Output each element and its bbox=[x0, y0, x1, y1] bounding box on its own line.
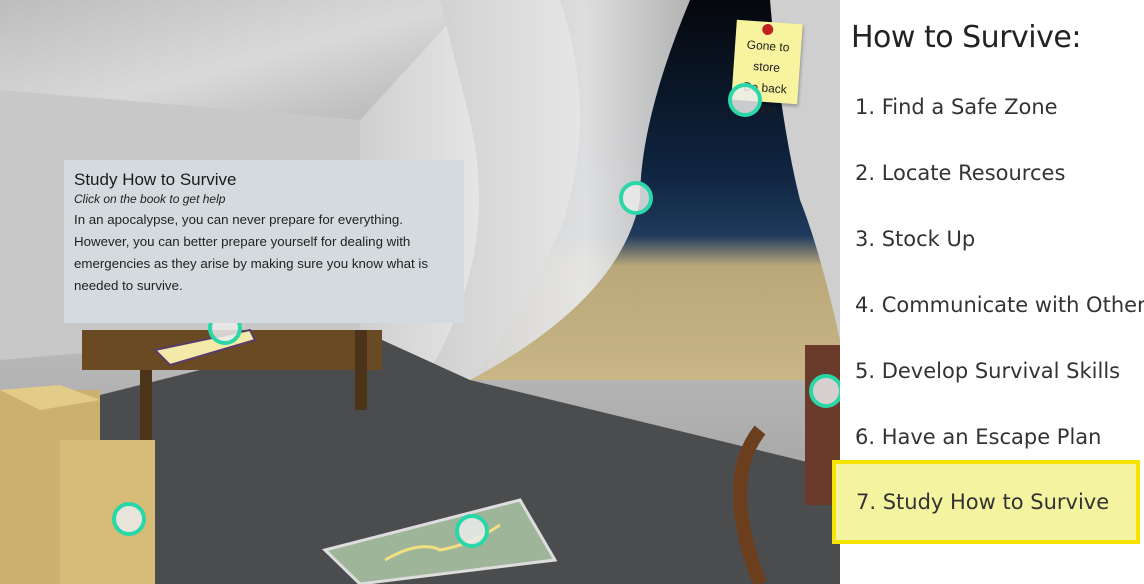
menu-item-survival-skills[interactable]: 5. Develop Survival Skills bbox=[840, 343, 1144, 399]
info-card-hint: Click on the book to get help bbox=[74, 192, 226, 206]
menu-item-communicate[interactable]: 4. Communicate with Others bbox=[840, 277, 1144, 333]
survival-steps-panel: How to Survive: 1. Find a Safe Zone 2. L… bbox=[832, 0, 1144, 584]
sticky-note-hotspot[interactable] bbox=[728, 83, 762, 117]
panel-title: How to Survive: bbox=[851, 20, 1081, 55]
menu-item-study-survive[interactable]: 7. Study How to Survive bbox=[832, 460, 1140, 544]
menu-item-locate-resources[interactable]: 2. Locate Resources bbox=[840, 145, 1144, 201]
menu-item-safe-zone[interactable]: 1. Find a Safe Zone bbox=[840, 79, 1144, 135]
boxes-hotspot[interactable] bbox=[112, 502, 146, 536]
tent-opening-hotspot[interactable] bbox=[619, 181, 653, 215]
info-card: Study How to Survive Click on the book t… bbox=[64, 160, 464, 323]
map-hotspot[interactable] bbox=[455, 514, 489, 548]
sticky-note-line1: Gone to store bbox=[746, 37, 790, 75]
game-scene: Gone to store Be back soon Study How to … bbox=[0, 0, 840, 584]
info-card-title: Study How to Survive bbox=[74, 170, 237, 189]
menu-item-escape-plan[interactable]: 6. Have an Escape Plan bbox=[840, 409, 1144, 465]
menu-item-stock-up[interactable]: 3. Stock Up bbox=[840, 211, 1144, 267]
bow-hotspot[interactable] bbox=[809, 374, 840, 408]
info-card-body: In an apocalypse, you can never prepare … bbox=[74, 212, 429, 293]
red-pin-icon bbox=[761, 23, 774, 36]
